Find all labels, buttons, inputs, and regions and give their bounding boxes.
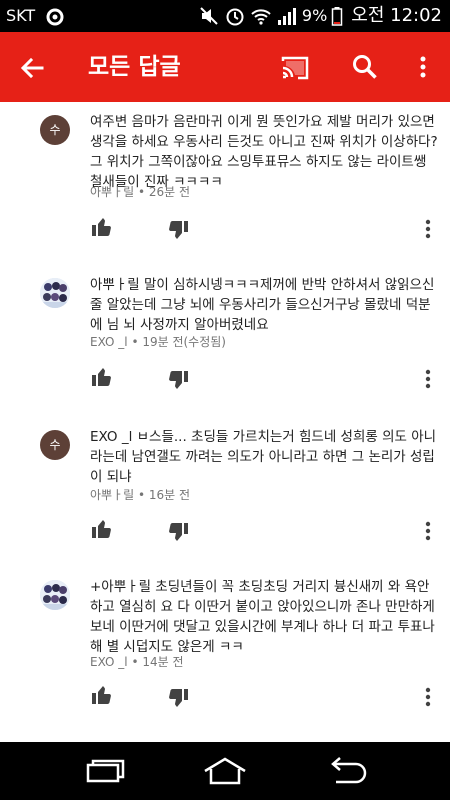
thumbs-up-icon[interactable] bbox=[90, 216, 112, 238]
page-title: 모든 답글 bbox=[88, 54, 181, 80]
clock: 오전 12:02 bbox=[351, 5, 442, 26]
wifi-icon bbox=[250, 5, 272, 27]
comment-text: EXO _l ㅂ스들... 초딩들 가르치는거 힘드네 성희롱 의도 아니라는데… bbox=[90, 429, 437, 485]
comment-more-icon[interactable] bbox=[420, 217, 436, 241]
signal-icon bbox=[276, 5, 298, 27]
comment-text: 아뿌ㅏ릴 말이 심하시넹ㅋㅋㅋ제꺼에 반박 안하셔서 않읽으신줄 알았는데 그냥… bbox=[90, 277, 435, 333]
comment-more-icon[interactable] bbox=[420, 367, 436, 391]
more-options-icon[interactable] bbox=[408, 52, 438, 82]
avatar[interactable]: 수 bbox=[40, 430, 70, 460]
back-icon[interactable] bbox=[322, 756, 372, 786]
recent-apps-icon[interactable] bbox=[80, 756, 130, 786]
thumbs-down-icon[interactable] bbox=[168, 521, 190, 543]
avatar[interactable]: 수 bbox=[40, 115, 70, 145]
thumbs-up-icon[interactable] bbox=[90, 684, 112, 706]
comment-meta: 아뿌ㅏ릴 • 26분 전 bbox=[90, 185, 191, 199]
comment-text: 여주변 음마가 음란마귀 이게 뭔 뜻인가요 제발 머리가 있으면 생각을 하세… bbox=[90, 114, 438, 190]
system-nav-bar bbox=[0, 742, 450, 800]
carrier-label: SKT bbox=[6, 6, 36, 25]
thumbs-up-icon[interactable] bbox=[90, 366, 112, 388]
search-icon[interactable] bbox=[350, 52, 380, 82]
thumbs-down-icon[interactable] bbox=[168, 219, 190, 241]
thumbs-up-icon[interactable] bbox=[90, 518, 112, 540]
avatar[interactable] bbox=[40, 278, 70, 308]
home-icon[interactable] bbox=[200, 756, 250, 786]
comment-meta: EXO _l • 14분 전 bbox=[90, 655, 184, 669]
alarm-icon bbox=[224, 5, 246, 27]
cast-icon[interactable] bbox=[280, 53, 310, 83]
mute-icon bbox=[198, 5, 220, 27]
comment-meta: EXO _l • 19분 전(수정됨) bbox=[90, 335, 226, 349]
back-arrow-icon[interactable] bbox=[16, 52, 48, 84]
status-bar: SKT 9% 오전 12:02 bbox=[0, 0, 450, 32]
comment-more-icon[interactable] bbox=[420, 685, 436, 709]
app-bar: 모든 답글 bbox=[0, 32, 450, 102]
avatar[interactable] bbox=[40, 580, 70, 610]
thumbs-down-icon[interactable] bbox=[168, 687, 190, 709]
battery-percent: 9% bbox=[301, 6, 328, 25]
battery-icon bbox=[331, 5, 343, 27]
comment-text: +아뿌ㅏ릴 초딩년들이 꼭 초딩초딩 거리지 븅신새끼 와 욕안하고 열심히 요… bbox=[90, 579, 435, 655]
comment-meta: 아뿌ㅏ릴 • 16분 전 bbox=[90, 488, 191, 502]
comment-more-icon[interactable] bbox=[420, 519, 436, 543]
thumbs-down-icon[interactable] bbox=[168, 369, 190, 391]
app-notification-icon bbox=[44, 5, 66, 27]
